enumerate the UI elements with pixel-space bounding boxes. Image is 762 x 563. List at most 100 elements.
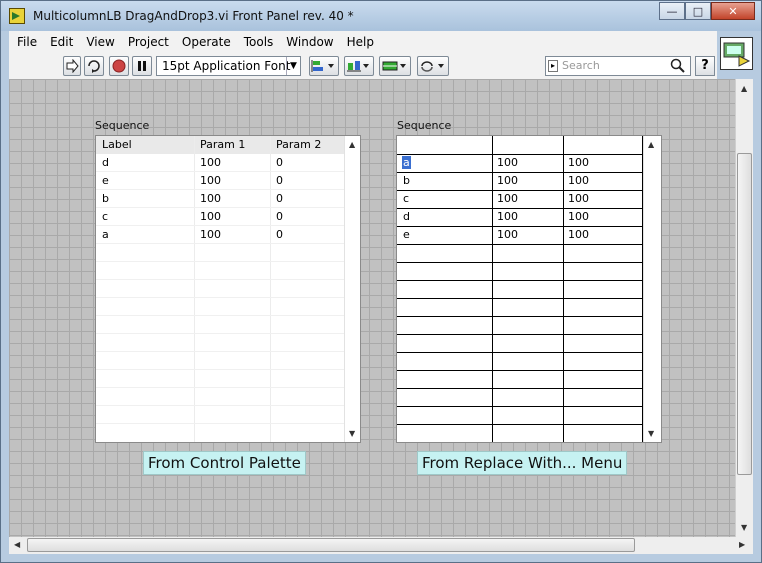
table-row-empty[interactable] (96, 388, 344, 406)
scroll-left-arrow-icon[interactable]: ◀ (14, 540, 20, 549)
table-cell: 100 (200, 192, 221, 205)
menu-view[interactable]: View (86, 35, 114, 49)
front-panel: Sequence Label Param 1 Param 2 d 100 0 e… (9, 79, 735, 537)
row-divider (397, 172, 645, 173)
table-cell[interactable]: 100 (497, 210, 518, 223)
row-divider (397, 406, 645, 407)
search-icon[interactable] (670, 58, 686, 77)
panel-horizontal-scrollbar[interactable]: ◀ ▶ (9, 537, 753, 554)
scroll-down-arrow-icon[interactable]: ▼ (349, 429, 355, 438)
scroll-thumb[interactable] (737, 153, 752, 475)
table-cell[interactable]: 100 (497, 192, 518, 205)
scroll-down-arrow-icon[interactable]: ▼ (648, 429, 654, 438)
left-listbox-label: Sequence (95, 119, 150, 132)
context-help-button[interactable]: ? (695, 56, 715, 76)
run-continuously-icon[interactable] (84, 56, 104, 76)
table-cell[interactable]: 100 (568, 156, 589, 169)
listbox-header: Label Param 1 Param 2 (96, 136, 344, 154)
row-divider (397, 370, 645, 371)
row-divider (397, 226, 645, 227)
resize-objects-icon[interactable] (379, 56, 411, 76)
table-cell[interactable]: d (403, 210, 410, 223)
menu-operate[interactable]: Operate (182, 35, 231, 49)
table-row-empty[interactable] (96, 370, 344, 388)
listbox-scrollbar[interactable]: ▲ ▼ (344, 136, 360, 442)
table-row-empty[interactable] (96, 352, 344, 370)
table-row-empty[interactable] (96, 298, 344, 316)
search-input[interactable]: ▸ Search (545, 56, 691, 76)
abort-icon[interactable] (109, 56, 129, 76)
scroll-up-arrow-icon[interactable]: ▲ (741, 84, 747, 93)
maximize-button[interactable]: □ (685, 2, 711, 20)
window-frame: MulticolumnLB DragAndDrop3.vi Front Pane… (0, 0, 762, 563)
table-cell[interactable]: 100 (497, 174, 518, 187)
menu-bar: File Edit View Project Operate Tools Win… (9, 31, 717, 53)
table-cell[interactable]: 100 (497, 156, 518, 169)
table-row[interactable]: d 100 0 (96, 154, 344, 172)
menu-file[interactable]: File (17, 35, 37, 49)
multicolumn-listbox-control-palette[interactable]: Label Param 1 Param 2 d 100 0 e 100 0 b … (95, 135, 361, 443)
title-bar[interactable]: MulticolumnLB DragAndDrop3.vi Front Pane… (1, 1, 761, 31)
column-header[interactable]: Param 2 (276, 138, 321, 151)
window-title: MulticolumnLB DragAndDrop3.vi Front Pane… (33, 9, 354, 23)
row-divider (397, 298, 645, 299)
table-cell: 100 (200, 156, 221, 169)
listbox-scrollbar[interactable]: ▲ ▼ (643, 136, 661, 442)
table-row-empty[interactable] (96, 406, 344, 424)
table-row-empty[interactable] (96, 262, 344, 280)
table-cell[interactable]: c (403, 192, 409, 205)
distribute-objects-icon[interactable] (344, 56, 374, 76)
reorder-icon[interactable] (417, 56, 449, 76)
table-row[interactable]: b 100 0 (96, 190, 344, 208)
scroll-thumb[interactable] (27, 538, 635, 552)
search-placeholder: Search (562, 59, 600, 72)
menu-edit[interactable]: Edit (50, 35, 73, 49)
table-row[interactable]: c 100 0 (96, 208, 344, 226)
table-row-empty[interactable] (96, 316, 344, 334)
table-cell: c (102, 210, 109, 223)
menu-tools[interactable]: Tools (244, 35, 274, 49)
table-cell: d (102, 156, 109, 169)
align-objects-icon[interactable] (309, 56, 339, 76)
vi-connector-icon[interactable] (720, 37, 753, 70)
table-cell[interactable]: 100 (497, 228, 518, 241)
multicolumn-listbox-replace-with[interactable]: a 100 100 b 100 100 c 100 100 d 100 100 … (396, 135, 662, 443)
table-cell: 100 (200, 210, 221, 223)
left-caption: From Control Palette (143, 451, 306, 475)
scroll-up-arrow-icon[interactable]: ▲ (349, 140, 355, 149)
table-cell: a (102, 228, 109, 241)
table-row[interactable]: e 100 0 (96, 172, 344, 190)
close-button[interactable]: ✕ (711, 2, 755, 20)
minimize-button[interactable]: — (659, 2, 685, 20)
pause-icon[interactable] (132, 56, 152, 76)
table-row-empty[interactable] (96, 334, 344, 352)
column-header[interactable]: Param 1 (200, 138, 245, 151)
run-arrow-icon[interactable] (63, 56, 81, 76)
table-cell[interactable]: 100 (568, 192, 589, 205)
table-cell[interactable]: 100 (568, 174, 589, 187)
table-row[interactable]: a 100 0 (96, 226, 344, 244)
font-select[interactable]: 15pt Application Font ▼ (156, 56, 301, 76)
row-divider (397, 262, 645, 263)
column-header[interactable]: Label (102, 138, 132, 151)
table-cell[interactable]: b (403, 174, 410, 187)
row-divider (397, 352, 645, 353)
scroll-down-arrow-icon[interactable]: ▼ (741, 523, 747, 532)
table-cell[interactable]: 100 (568, 210, 589, 223)
menu-window[interactable]: Window (286, 35, 333, 49)
table-row-empty[interactable] (96, 244, 344, 262)
scroll-right-arrow-icon[interactable]: ▶ (739, 540, 745, 549)
selected-cell[interactable]: a (402, 156, 411, 169)
menu-project[interactable]: Project (128, 35, 169, 49)
table-cell[interactable]: 100 (568, 228, 589, 241)
row-divider (397, 154, 645, 155)
table-cell: 100 (200, 174, 221, 187)
panel-vertical-scrollbar[interactable]: ▲ ▼ (735, 79, 753, 537)
row-divider (397, 424, 645, 425)
scroll-up-arrow-icon[interactable]: ▲ (648, 140, 654, 149)
search-scope-icon[interactable]: ▸ (548, 60, 558, 72)
table-row-empty[interactable] (96, 280, 344, 298)
menu-help[interactable]: Help (347, 35, 374, 49)
row-divider (397, 280, 645, 281)
table-cell[interactable]: e (403, 228, 410, 241)
